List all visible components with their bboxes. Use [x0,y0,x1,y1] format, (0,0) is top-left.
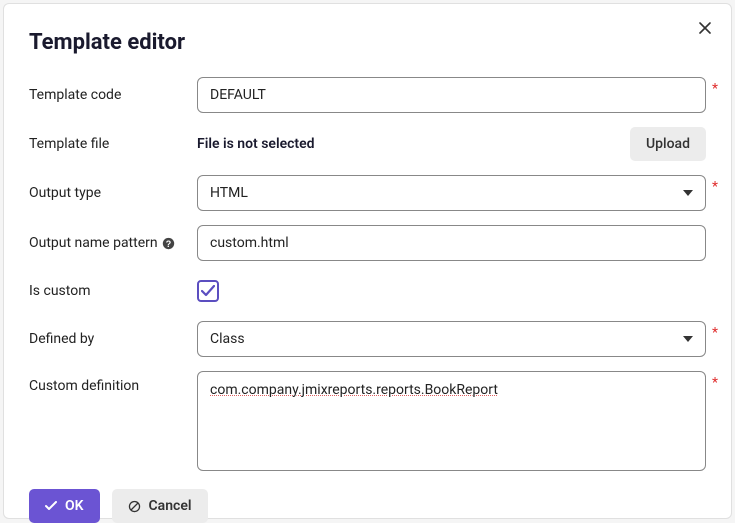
row-template-file: Template file File is not selected Uploa… [29,127,706,161]
defined-by-value: Class [210,331,245,347]
check-icon [45,501,57,511]
label-template-code: Template code [29,87,197,103]
caret-down-icon [683,190,693,196]
output-type-value: HTML [210,185,248,201]
label-is-custom: Is custom [29,283,197,299]
label-custom-definition: Custom definition [29,371,197,394]
required-marker: * [712,179,718,195]
check-icon [201,285,215,297]
ok-button[interactable]: OK [29,489,100,523]
row-output-type: Output type HTML * [29,175,706,211]
is-custom-checkbox[interactable] [197,280,219,302]
cancel-button[interactable]: Cancel [112,489,208,523]
cancel-icon [128,500,141,513]
dialog-title: Template editor [29,30,706,55]
label-template-file: Template file [29,136,197,152]
caret-down-icon [683,336,693,342]
output-name-pattern-input[interactable] [197,225,706,261]
required-marker: * [712,375,718,391]
defined-by-select[interactable]: Class [197,321,706,357]
ok-label: OK [65,498,84,514]
row-template-code: Template code * [29,77,706,113]
close-icon [699,21,711,37]
label-text: Output name pattern [29,235,158,251]
row-output-name-pattern: Output name pattern ? [29,225,706,261]
help-icon[interactable]: ? [162,236,176,250]
required-marker: * [712,325,718,341]
label-output-name-pattern: Output name pattern ? [29,235,197,251]
row-custom-definition: Custom definition com.company.jmixreport… [29,371,706,471]
file-status-text: File is not selected [197,136,315,152]
label-output-type: Output type [29,185,197,201]
row-defined-by: Defined by Class * [29,321,706,357]
output-type-select[interactable]: HTML [197,175,706,211]
custom-definition-value: com.company.jmixreports.reports.BookRepo… [210,382,498,398]
label-defined-by: Defined by [29,331,197,347]
template-editor-dialog: Template editor Template code * Template… [3,3,732,519]
cancel-label: Cancel [149,498,192,514]
row-is-custom: Is custom [29,275,706,307]
button-bar: OK Cancel [29,489,706,523]
svg-text:?: ? [166,238,171,248]
required-marker: * [712,81,718,97]
close-button[interactable] [695,18,715,40]
template-code-input[interactable] [197,77,706,113]
upload-button[interactable]: Upload [630,127,706,161]
custom-definition-textarea[interactable]: com.company.jmixreports.reports.BookRepo… [197,371,706,471]
